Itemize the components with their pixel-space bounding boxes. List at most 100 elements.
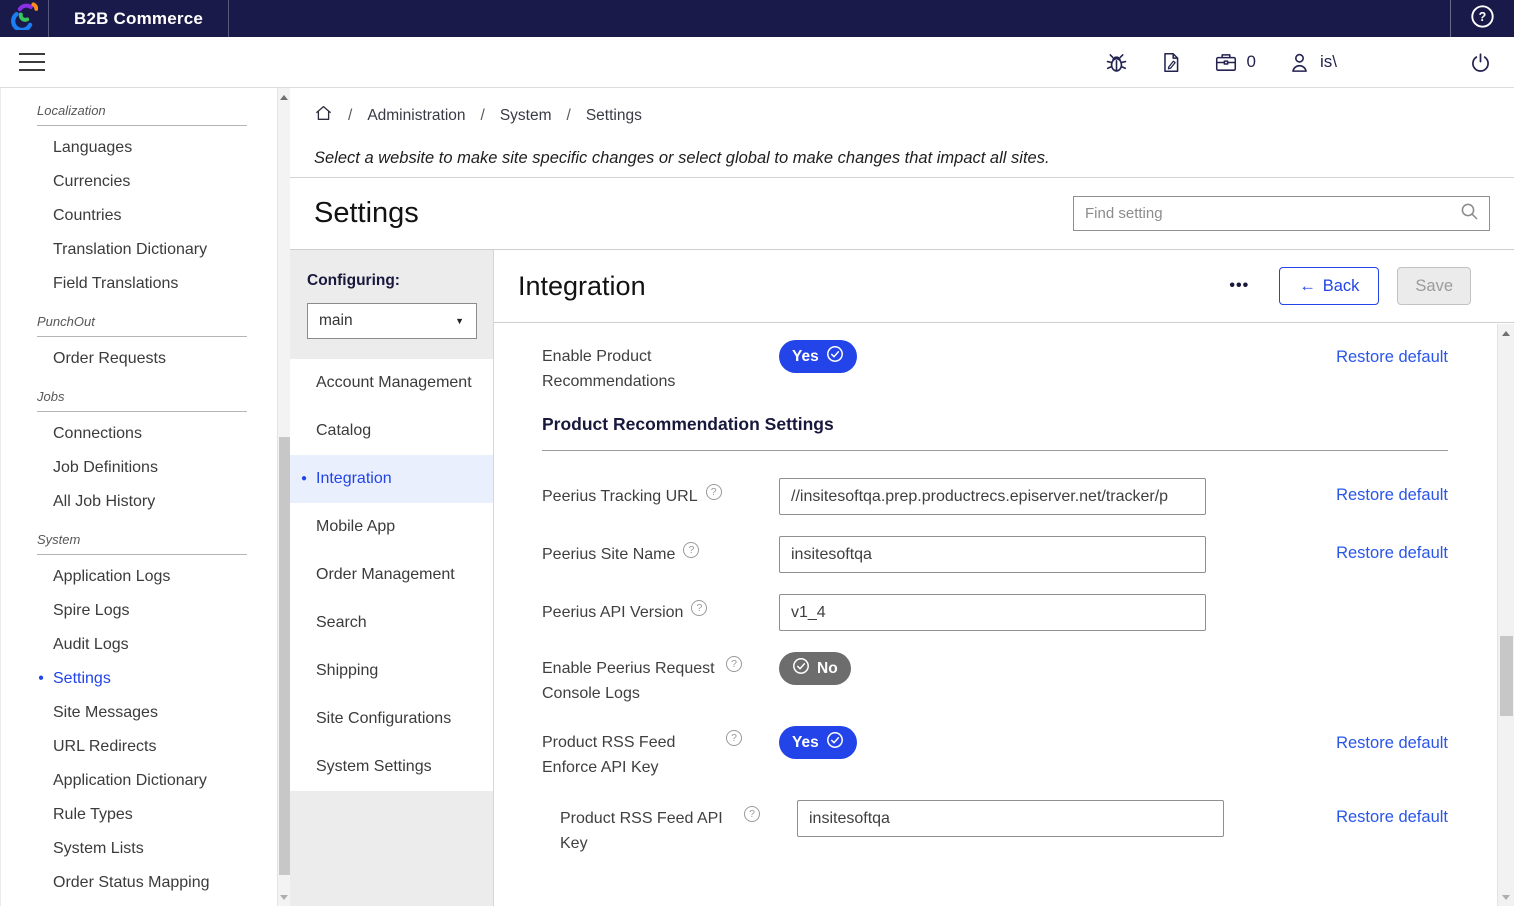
- sidebar-item-job-definitions[interactable]: Job Definitions: [1, 451, 277, 485]
- sidebar-item-order-requests[interactable]: Order Requests: [1, 342, 277, 376]
- settings-menu-item-site-configurations[interactable]: Site Configurations: [290, 695, 493, 743]
- setting-row-peerius-site-name: Peerius Site Name ? Restore default: [542, 536, 1448, 573]
- settings-menu-item-system-settings[interactable]: System Settings: [290, 743, 493, 791]
- detail-scrollbar-thumb[interactable]: [1500, 636, 1513, 716]
- integration-detail-pane: Integration ••• ← Back Save: [493, 250, 1514, 906]
- toggle-value: No: [817, 660, 838, 678]
- sidebar-item-currencies[interactable]: Currencies: [1, 165, 277, 199]
- site-scope-note: Select a website to make site specific c…: [314, 149, 1490, 168]
- configuring-label: Configuring:: [307, 272, 477, 290]
- setting-label: Product RSS Feed API Key: [560, 806, 736, 856]
- breadcrumb-separator: /: [348, 107, 352, 125]
- help-tooltip-icon[interactable]: ?: [726, 730, 742, 746]
- sidebar-section-label: System: [37, 532, 247, 547]
- help-icon: ?: [1470, 4, 1495, 34]
- enable-product-recommendations-toggle[interactable]: Yes: [779, 340, 857, 373]
- website-select-value: main: [319, 312, 353, 330]
- restore-default-link[interactable]: Restore default: [1336, 536, 1448, 563]
- scrollbar-up-arrow[interactable]: [278, 90, 290, 104]
- sidebar-scrollbar-thumb[interactable]: [279, 437, 290, 875]
- briefcase-button[interactable]: 0: [1214, 51, 1256, 73]
- settings-menu-item-catalog[interactable]: Catalog: [290, 407, 493, 455]
- peerius-api-version-input[interactable]: [779, 594, 1206, 631]
- sidebar-divider: [37, 411, 247, 412]
- sidebar-divider: [37, 125, 247, 126]
- sidebar-item-application-dictionary[interactable]: Application Dictionary: [1, 764, 277, 798]
- bug-report-button[interactable]: [1105, 51, 1128, 74]
- sidebar-item-spire-logs[interactable]: Spire Logs: [1, 594, 277, 628]
- help-tooltip-icon[interactable]: ?: [744, 806, 760, 822]
- breadcrumb-strip: / Administration / System / Settings Sel…: [290, 88, 1514, 178]
- help-tooltip-icon[interactable]: ?: [726, 656, 742, 672]
- breadcrumb-settings[interactable]: Settings: [586, 107, 642, 125]
- sidebar-section-label: Localization: [37, 103, 247, 118]
- help-tooltip-icon[interactable]: ?: [683, 542, 699, 558]
- restore-default-link[interactable]: Restore default: [1336, 340, 1448, 367]
- brand-logo-icon: [10, 2, 38, 35]
- home-link[interactable]: [314, 104, 333, 127]
- settings-menu-item-integration[interactable]: ● Integration: [290, 455, 493, 503]
- website-select[interactable]: main ▼: [307, 303, 477, 339]
- scrollbar-down-arrow[interactable]: [278, 890, 290, 904]
- back-button[interactable]: ← Back: [1279, 267, 1379, 305]
- sidebar-item-site-messages[interactable]: Site Messages: [1, 696, 277, 730]
- setting-label: Peerius Site Name: [542, 542, 675, 567]
- sidebar-item-rule-types[interactable]: Rule Types: [1, 798, 277, 832]
- settings-menu-item-mobile-app[interactable]: Mobile App: [290, 503, 493, 551]
- sidebar-section-label: Jobs: [37, 389, 247, 404]
- edit-page-button[interactable]: [1160, 51, 1182, 74]
- find-setting-input[interactable]: [1074, 197, 1460, 230]
- restore-default-link[interactable]: Restore default: [1336, 800, 1448, 827]
- toggle-value: Yes: [792, 734, 819, 752]
- sidebar-item-languages[interactable]: Languages: [1, 131, 277, 165]
- restore-default-link[interactable]: Restore default: [1336, 726, 1448, 753]
- sidebar-item-connections[interactable]: Connections: [1, 417, 277, 451]
- product-rss-feed-api-key-input[interactable]: [797, 800, 1224, 837]
- setting-label: Enable Peerius Request Console Logs: [542, 656, 718, 706]
- briefcase-icon: [1214, 51, 1238, 73]
- sidebar-item-all-job-history[interactable]: All Job History: [1, 485, 277, 519]
- enable-peerius-request-console-logs-toggle[interactable]: No: [779, 652, 851, 685]
- brand-logo[interactable]: [0, 0, 49, 37]
- sidebar-item-system-lists[interactable]: System Lists: [1, 832, 277, 866]
- help-tooltip-icon[interactable]: ?: [691, 600, 707, 616]
- detail-title: Integration: [518, 271, 646, 302]
- setting-row-product-rss-feed-api-key: Product RSS Feed API Key ? Restore defau…: [542, 800, 1448, 856]
- scrollbar-down-arrow[interactable]: [1498, 890, 1514, 904]
- breadcrumb: / Administration / System / Settings: [314, 104, 1490, 127]
- sidebar-item-audit-logs[interactable]: Audit Logs: [1, 628, 277, 662]
- restore-default-link[interactable]: Restore default: [1336, 478, 1448, 505]
- settings-menu-item-order-management[interactable]: Order Management: [290, 551, 493, 599]
- sidebar-item-countries[interactable]: Countries: [1, 199, 277, 233]
- sidebar-item-translation-dictionary[interactable]: Translation Dictionary: [1, 233, 277, 267]
- sidebar-item-application-logs[interactable]: Application Logs: [1, 560, 277, 594]
- setting-label: Peerius API Version: [542, 600, 683, 625]
- setting-row-enable-peerius-request-console-logs: Enable Peerius Request Console Logs ?: [542, 652, 1448, 706]
- sidebar-scrollbar[interactable]: [277, 88, 290, 906]
- setting-row-product-rss-feed-enforce-api-key: Product RSS Feed Enforce API Key ? Yes: [542, 726, 1448, 780]
- settings-menu-item-account-management[interactable]: Account Management: [290, 359, 493, 407]
- peerius-tracking-url-input[interactable]: [779, 478, 1206, 515]
- settings-menu-item-shipping[interactable]: Shipping: [290, 647, 493, 695]
- settings-menu-item-search[interactable]: Search: [290, 599, 493, 647]
- help-tooltip-icon[interactable]: ?: [706, 484, 722, 500]
- breadcrumb-system[interactable]: System: [500, 107, 552, 125]
- power-icon: [1469, 51, 1492, 74]
- sidebar-item-label: Settings: [53, 670, 111, 687]
- scrollbar-up-arrow[interactable]: [1498, 326, 1514, 340]
- sidebar-item-settings[interactable]: ● Settings: [1, 662, 277, 696]
- sidebar-item-order-status-mapping[interactable]: Order Status Mapping: [1, 866, 277, 900]
- bug-icon: [1105, 51, 1128, 74]
- sign-out-button[interactable]: [1469, 51, 1492, 74]
- breadcrumb-administration[interactable]: Administration: [367, 107, 465, 125]
- detail-scrollbar[interactable]: [1497, 324, 1514, 906]
- save-button[interactable]: Save: [1397, 267, 1471, 305]
- more-actions-button[interactable]: •••: [1229, 277, 1249, 295]
- help-button[interactable]: ?: [1450, 0, 1514, 37]
- sidebar-item-field-translations[interactable]: Field Translations: [1, 267, 277, 301]
- hamburger-menu-button[interactable]: [19, 53, 45, 71]
- peerius-site-name-input[interactable]: [779, 536, 1206, 573]
- sidebar-item-url-redirects[interactable]: URL Redirects: [1, 730, 277, 764]
- user-menu-button[interactable]: is\: [1288, 51, 1337, 74]
- product-rss-feed-enforce-api-key-toggle[interactable]: Yes: [779, 726, 857, 759]
